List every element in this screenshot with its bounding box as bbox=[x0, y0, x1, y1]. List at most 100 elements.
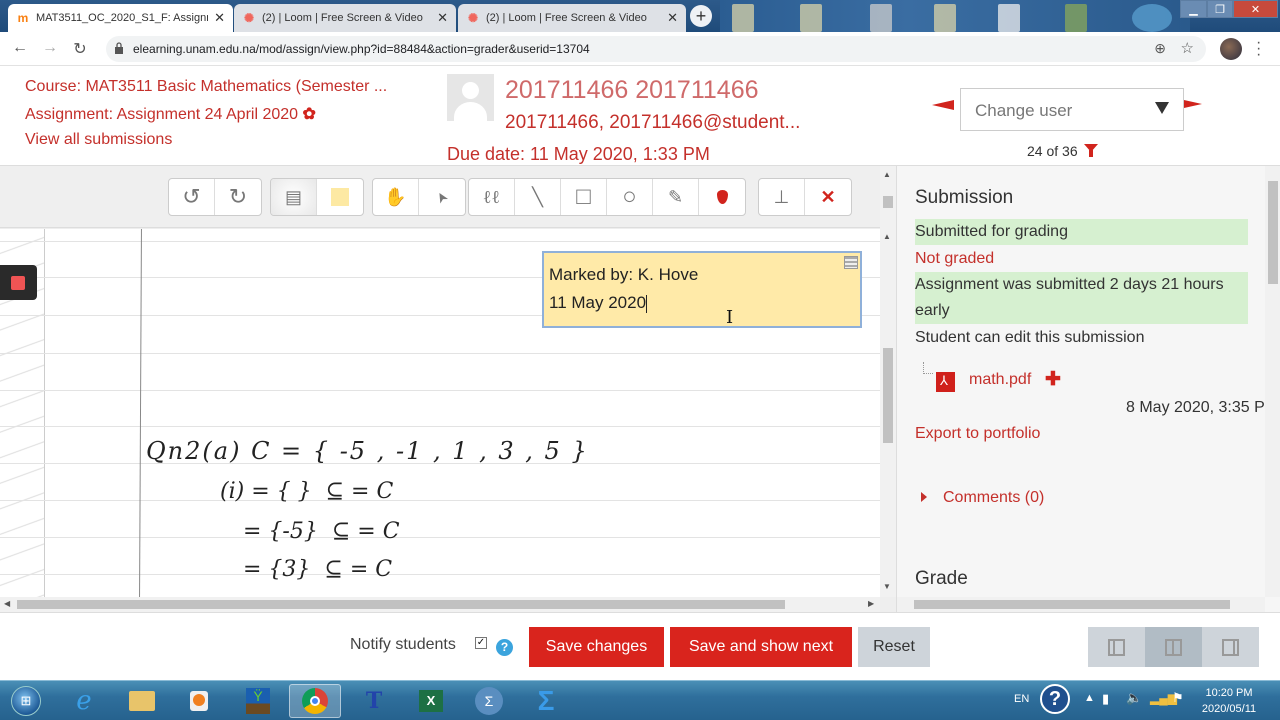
scrollbar-thumb[interactable] bbox=[883, 348, 893, 443]
export-portfolio-link[interactable]: Export to portfolio bbox=[915, 425, 1040, 443]
show-hidden-icons-chevron[interactable]: ▲ bbox=[1084, 692, 1095, 704]
rectangle-icon: □ bbox=[576, 183, 591, 210]
zoom-icon[interactable]: ⊕ bbox=[1154, 40, 1166, 57]
menu-kebab-icon[interactable]: · · · bbox=[1256, 35, 1261, 63]
profile-avatar[interactable] bbox=[1220, 38, 1242, 60]
editor-vertical-scrollbar[interactable]: ▲ ▲ ▼ bbox=[880, 166, 896, 597]
help-icon[interactable]: ? bbox=[496, 639, 513, 656]
forward-icon[interactable]: → bbox=[40, 39, 60, 57]
comment-color-button[interactable] bbox=[317, 179, 363, 215]
highlighter-button[interactable]: ✎ bbox=[653, 179, 699, 215]
line-button[interactable]: ╲ bbox=[515, 179, 561, 215]
comment-menu-icon[interactable] bbox=[844, 256, 858, 269]
volume-icon[interactable]: 🔈 bbox=[1126, 690, 1142, 706]
sigma-app-icon[interactable]: Σ bbox=[520, 684, 572, 718]
scrollbar-thumb[interactable] bbox=[17, 600, 785, 609]
undo-button[interactable]: ↺ bbox=[169, 179, 215, 215]
panel-horizontal-scrollbar[interactable] bbox=[897, 597, 1265, 612]
power-icon[interactable]: ▮ bbox=[1102, 691, 1109, 707]
notify-students-checkbox[interactable]: ✓ bbox=[475, 637, 487, 649]
plant-app-icon[interactable]: Ÿ bbox=[232, 684, 284, 718]
pdf-page-canvas[interactable]: Marked by: K. Hove 11 May 2020 I Qn2(a) … bbox=[0, 229, 880, 597]
save-changes-button[interactable]: Save changes bbox=[529, 627, 664, 667]
texmaker-icon[interactable]: T bbox=[348, 684, 400, 718]
tab-title: (2) | Loom | Free Screen & Video bbox=[262, 12, 423, 24]
assignment-link[interactable]: Assignment: Assignment 24 April 2020 bbox=[25, 106, 298, 123]
help-tray-icon[interactable]: ? bbox=[1040, 684, 1070, 714]
comments-toggle[interactable]: Comments (0) bbox=[943, 489, 1044, 507]
restore-button[interactable]: ❐ bbox=[1207, 0, 1233, 18]
next-user-arrow-icon[interactable] bbox=[1184, 100, 1202, 108]
expand-plus-icon[interactable]: ✚ bbox=[1045, 368, 1061, 391]
action-center-flag-icon[interactable]: ⚑ bbox=[1172, 690, 1184, 706]
loom-record-button[interactable] bbox=[0, 265, 37, 300]
layout-collapse-grade-button[interactable] bbox=[1202, 627, 1259, 667]
select-pointer-icon: ➤ bbox=[431, 188, 452, 207]
comment-tool-button[interactable]: ▤ bbox=[271, 179, 317, 215]
rectangle-button[interactable]: □ bbox=[561, 179, 607, 215]
close-tab-icon[interactable]: ✕ bbox=[667, 10, 678, 26]
system-clock[interactable]: 10:20 PM 2020/05/11 bbox=[1196, 685, 1262, 717]
media-player-icon[interactable] bbox=[173, 684, 225, 718]
excel-icon[interactable]: X bbox=[405, 684, 457, 718]
math-input-icon[interactable]: Σ bbox=[463, 684, 515, 718]
editor-horizontal-scrollbar[interactable]: ◀ ▶ bbox=[0, 597, 880, 612]
reset-button[interactable]: Reset bbox=[858, 627, 930, 667]
stamp-button[interactable]: ⊥ bbox=[759, 179, 805, 215]
redo-icon: ↻ bbox=[228, 184, 248, 209]
lock-icon bbox=[115, 42, 123, 54]
chrome-icon[interactable] bbox=[289, 684, 341, 718]
layout-default-button[interactable] bbox=[1145, 627, 1202, 667]
color-button[interactable] bbox=[699, 179, 745, 215]
oval-button[interactable]: ○ bbox=[607, 179, 653, 215]
layout-split-icon bbox=[1165, 638, 1182, 656]
handwriting-line: = {-5} ⊆ = C bbox=[243, 519, 400, 544]
comment-text[interactable]: Marked by: K. Hove 11 May 2020 bbox=[549, 261, 698, 317]
submission-timing: Assignment was submitted 2 days 21 hours… bbox=[915, 272, 1248, 324]
address-bar[interactable]: elearning.unam.edu.na/mod/assign/view.ph… bbox=[106, 36, 1206, 62]
clock-time: 10:20 PM bbox=[1205, 687, 1253, 699]
select-button[interactable]: ➤ bbox=[419, 179, 465, 215]
color-drop-icon bbox=[716, 190, 728, 204]
tab-moodle-assignment[interactable]: m MAT3511_OC_2020_S1_F: Assignment ✕ bbox=[8, 4, 233, 32]
settings-gear-icon[interactable]: ✿ bbox=[303, 106, 316, 123]
pdf-file-icon bbox=[936, 372, 955, 392]
internet-explorer-icon[interactable]: e bbox=[58, 684, 110, 718]
pan-button[interactable]: ✋ bbox=[373, 179, 419, 215]
caret-right-icon[interactable] bbox=[921, 492, 927, 502]
line-icon: ╲ bbox=[532, 186, 543, 207]
delete-icon: ✕ bbox=[820, 186, 836, 207]
stamp-delete-group: ⊥ ✕ bbox=[758, 178, 852, 216]
change-user-select[interactable]: Change user bbox=[960, 88, 1184, 131]
back-icon[interactable]: ← bbox=[10, 39, 30, 57]
tab-loom-2[interactable]: ✺ (2) | Loom | Free Screen & Video ✕ bbox=[458, 4, 686, 32]
close-window-button[interactable]: ✕ bbox=[1233, 0, 1278, 18]
start-button[interactable]: ⊞ bbox=[0, 684, 52, 718]
previous-user-arrow-icon[interactable] bbox=[932, 100, 954, 110]
comment-annotation[interactable]: Marked by: K. Hove 11 May 2020 bbox=[542, 251, 862, 328]
submission-heading: Submission bbox=[915, 187, 1014, 208]
tab-loom-1[interactable]: ✺ (2) | Loom | Free Screen & Video ✕ bbox=[234, 4, 456, 32]
loom-icon: ✺ bbox=[467, 11, 479, 25]
file-explorer-icon[interactable] bbox=[116, 684, 168, 718]
file-link[interactable]: math.pdf bbox=[969, 371, 1031, 389]
minimize-button[interactable]: ▁ bbox=[1180, 0, 1207, 18]
close-tab-icon[interactable]: ✕ bbox=[214, 10, 225, 26]
new-tab-button[interactable]: + bbox=[690, 5, 712, 27]
reload-icon[interactable]: ↻ bbox=[70, 39, 90, 59]
layout-left-icon bbox=[1108, 638, 1125, 656]
delete-button[interactable]: ✕ bbox=[805, 179, 851, 215]
user-name[interactable]: 201711466 201711466 bbox=[505, 76, 759, 105]
close-tab-icon[interactable]: ✕ bbox=[437, 10, 448, 26]
bookmark-star-icon[interactable]: ☆ bbox=[1181, 39, 1194, 57]
redo-button[interactable]: ↻ bbox=[215, 179, 261, 215]
view-all-submissions-link[interactable]: View all submissions bbox=[25, 131, 172, 149]
language-indicator[interactable]: EN bbox=[1014, 693, 1029, 705]
pen-button[interactable]: ℓℓ bbox=[469, 179, 515, 215]
due-date: Due date: 11 May 2020, 1:33 PM bbox=[447, 144, 710, 164]
layout-collapse-review-button[interactable] bbox=[1088, 627, 1145, 667]
tab-title: (2) | Loom | Free Screen & Video bbox=[486, 12, 647, 24]
course-link[interactable]: Course: MAT3511 Basic Mathematics (Semes… bbox=[25, 78, 387, 96]
save-and-show-next-button[interactable]: Save and show next bbox=[670, 627, 852, 667]
panel-vertical-scrollbar[interactable] bbox=[1265, 166, 1280, 597]
